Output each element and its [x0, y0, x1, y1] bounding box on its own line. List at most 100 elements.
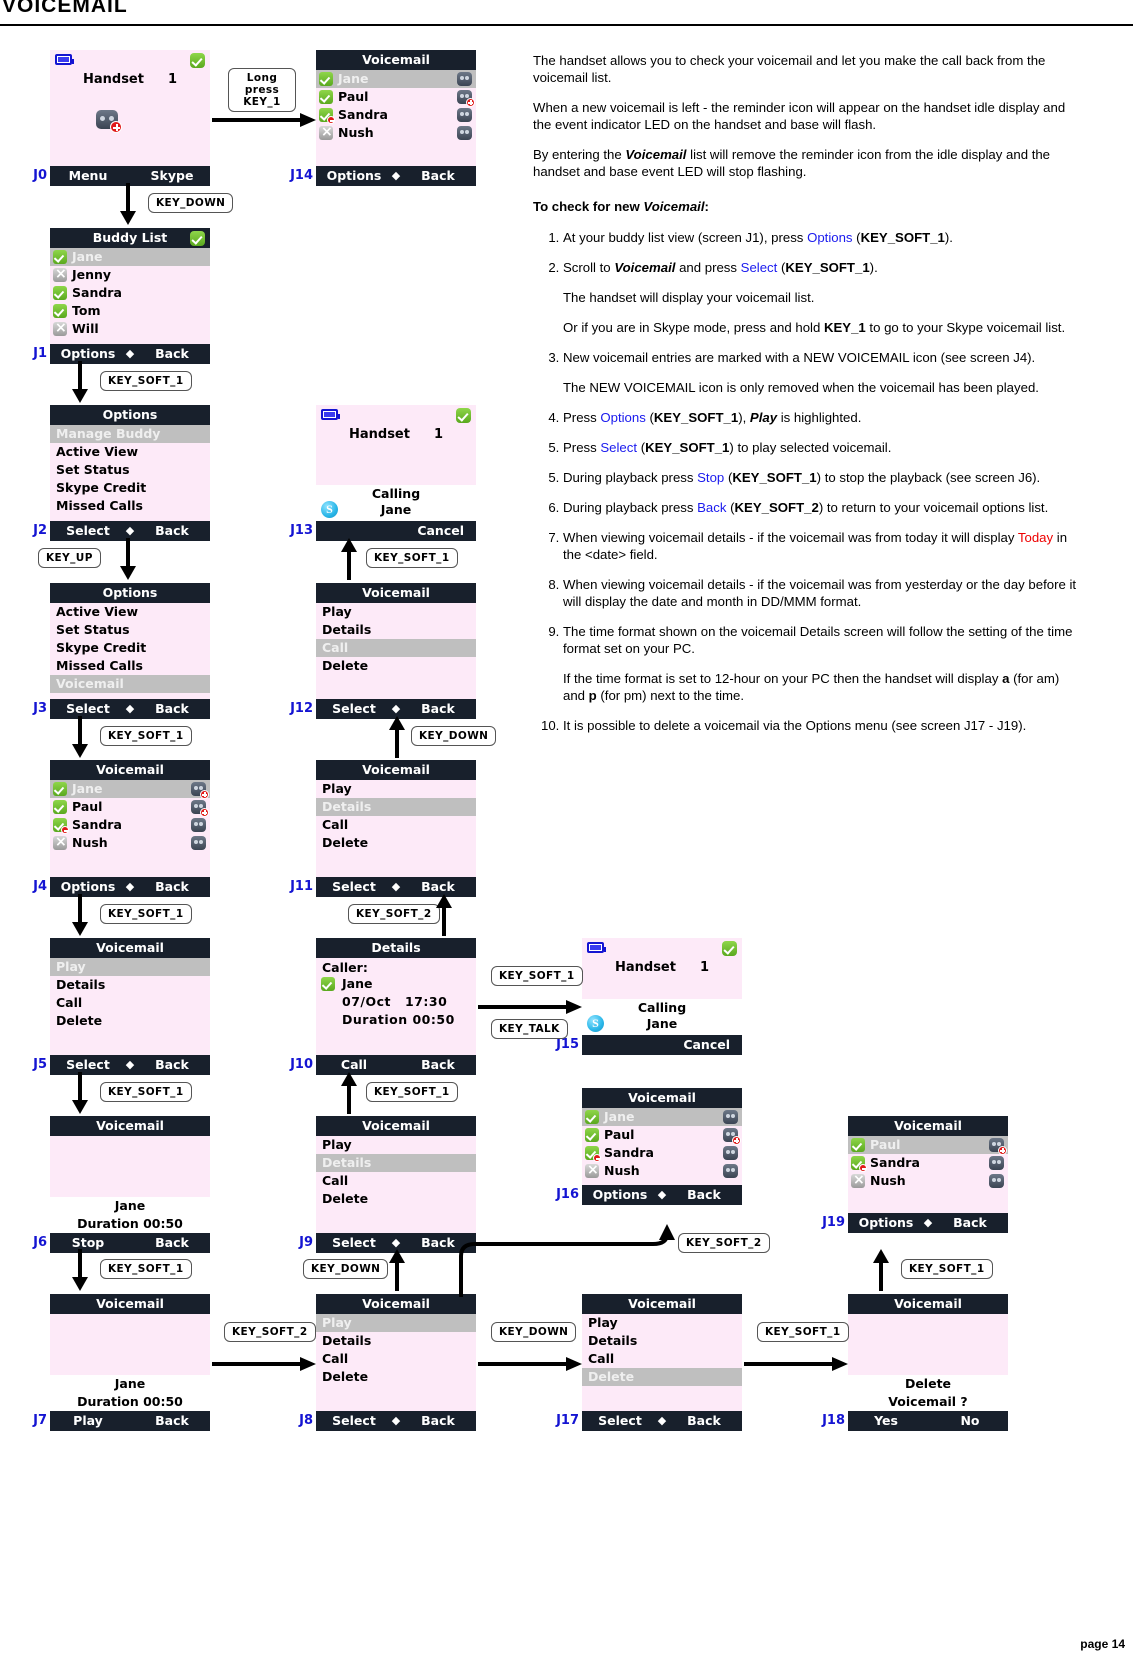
list-item[interactable]: Set Status	[50, 461, 210, 479]
softkey-left-yes[interactable]: Yes	[848, 1411, 920, 1431]
list-item[interactable]: Call	[316, 1350, 476, 1368]
softkey-left-select[interactable]: Select	[50, 521, 122, 541]
list-item[interactable]: Sandra	[50, 816, 210, 834]
softkey-left-select[interactable]: Select	[316, 1411, 388, 1431]
voicemail-icon	[723, 1146, 738, 1160]
softkey-left-play[interactable]: Play	[50, 1411, 122, 1431]
softkey-right-back[interactable]: Back	[404, 1055, 476, 1075]
voicemail-options-list[interactable]: Play Details Call Delete	[316, 603, 476, 699]
list-item[interactable]: Nush	[50, 833, 210, 852]
list-item[interactable]: Sandra	[848, 1154, 1008, 1172]
list-item[interactable]: Details	[582, 1332, 742, 1350]
softkey-left-menu[interactable]: Menu	[50, 166, 122, 186]
list-item[interactable]: Delete	[582, 1368, 742, 1386]
list-item[interactable]: Skype Credit	[50, 639, 210, 657]
list-item[interactable]: Will	[50, 319, 210, 338]
voicemail-list[interactable]: Paul Sandra Nush	[848, 1136, 1008, 1213]
softkey-left-options[interactable]: Options	[316, 166, 388, 186]
voicemail-list[interactable]: Jane Paul Sandra Nush	[582, 1108, 742, 1185]
list-item[interactable]: Voicemail	[50, 675, 210, 693]
list-item[interactable]: Set Status	[50, 621, 210, 639]
list-item[interactable]: Jane	[50, 248, 210, 266]
voicemail-options-list[interactable]: Play Details Call Delete	[50, 958, 210, 1055]
voicemail-list[interactable]: Jane Paul Sandra Nush	[316, 70, 476, 166]
list-item[interactable]: Manage Buddy	[50, 425, 210, 443]
list-item[interactable]: Sandra	[50, 284, 210, 302]
list-item[interactable]: Jane	[50, 780, 210, 799]
list-item[interactable]: Sandra	[582, 1144, 742, 1162]
list-item[interactable]: Missed Calls	[50, 657, 210, 675]
list-item[interactable]: Missed Calls	[50, 497, 210, 515]
softkey-left-options[interactable]: Options	[848, 1213, 920, 1233]
list-item[interactable]: Jenny	[50, 265, 210, 284]
list-item[interactable]: Delete	[50, 1012, 210, 1030]
list-item[interactable]: Delete	[316, 657, 476, 675]
voicemail-options-list[interactable]: Play Details Call Delete	[316, 780, 476, 877]
list-item[interactable]: Details	[316, 1332, 476, 1350]
list-item[interactable]: Sandra	[316, 106, 476, 124]
list-item[interactable]: Call	[316, 639, 476, 657]
list-item[interactable]: Jane	[582, 1108, 742, 1126]
list-item[interactable]: Delete	[316, 1368, 476, 1386]
list-item[interactable]: Details	[50, 976, 210, 994]
softkey-right-skype[interactable]: Skype	[138, 166, 210, 186]
list-item[interactable]: Play	[582, 1314, 742, 1332]
softkey-left-select[interactable]: Select	[316, 1233, 388, 1253]
options-list[interactable]: Active View Set Status Skype Credit Missed …	[50, 603, 210, 699]
list-item[interactable]: Paul	[582, 1126, 742, 1145]
list-item[interactable]: Active View	[50, 603, 210, 621]
softkey-right-back[interactable]: Back	[404, 1411, 476, 1431]
list-item[interactable]: Play	[316, 1136, 476, 1154]
softkey-right-back[interactable]: Back	[138, 521, 210, 541]
list-item[interactable]: Call	[50, 994, 210, 1012]
list-item-label: Delete	[322, 835, 369, 850]
list-item[interactable]: Nush	[848, 1171, 1008, 1190]
list-item[interactable]: Play	[316, 780, 476, 798]
softkey-right-back[interactable]: Back	[404, 166, 476, 186]
list-item[interactable]: Call	[316, 816, 476, 834]
list-item[interactable]: Jane	[316, 70, 476, 88]
list-item[interactable]: Paul	[848, 1136, 1008, 1155]
list-item[interactable]: Call	[582, 1350, 742, 1368]
buddy-list[interactable]: Jane Jenny Sandra Tom Will	[50, 248, 210, 344]
list-item[interactable]: Paul	[316, 88, 476, 107]
list-item[interactable]: Play	[50, 958, 210, 976]
softkey-left-select[interactable]: Select	[582, 1411, 654, 1431]
list-item[interactable]: Delete	[316, 1190, 476, 1208]
voicemail-options-list[interactable]: Play Details Call Delete	[316, 1314, 476, 1411]
list-item[interactable]: Play	[316, 1314, 476, 1332]
softkey-right-back[interactable]: Back	[138, 1411, 210, 1431]
list-item[interactable]: Skype Credit	[50, 479, 210, 497]
softkey-right-back[interactable]: Back	[138, 699, 210, 719]
softkey-right-back[interactable]: Back	[138, 1055, 210, 1075]
list-item[interactable]: Nush	[316, 123, 476, 142]
softkey-right-back[interactable]: Back	[138, 877, 210, 897]
softkey-right-back[interactable]: Back	[138, 1233, 210, 1253]
voicemail-list[interactable]: Jane Paul Sandra Nush	[50, 780, 210, 877]
softkey-right-cancel[interactable]: Cancel	[582, 1035, 742, 1055]
list-item[interactable]: Delete	[316, 834, 476, 852]
list-item[interactable]: Play	[316, 603, 476, 621]
softkey-right-back[interactable]: Back	[404, 699, 476, 719]
softkey-left-options[interactable]: Options	[582, 1185, 654, 1205]
screen-j3: Options Active View Set Status Skype Credi…	[33, 583, 210, 719]
softkey-left-select[interactable]: Select	[316, 699, 388, 719]
softkey-right-back[interactable]: Back	[936, 1213, 1008, 1233]
softkey-right-back[interactable]: Back	[670, 1411, 742, 1431]
softkey-right-no[interactable]: No	[936, 1411, 1008, 1431]
list-item[interactable]: Paul	[50, 798, 210, 817]
list-item[interactable]: Details	[316, 1154, 476, 1172]
list-item[interactable]: Active View	[50, 443, 210, 461]
options-list[interactable]: Manage Buddy Active View Set Status Skype C…	[50, 425, 210, 521]
voicemail-options-list[interactable]: Play Details Call Delete	[316, 1136, 476, 1233]
voicemail-options-list[interactable]: Play Details Call Delete	[582, 1314, 742, 1411]
list-item[interactable]: Details	[316, 798, 476, 816]
list-item[interactable]: Details	[316, 621, 476, 639]
presence-online-icon	[53, 304, 67, 318]
list-item[interactable]: Call	[316, 1172, 476, 1190]
softkey-right-back[interactable]: Back	[138, 344, 210, 364]
list-item[interactable]: Nush	[582, 1161, 742, 1180]
list-item[interactable]: Tom	[50, 302, 210, 320]
softkey-right-back[interactable]: Back	[670, 1185, 742, 1205]
softkey-left-select[interactable]: Select	[316, 877, 388, 897]
